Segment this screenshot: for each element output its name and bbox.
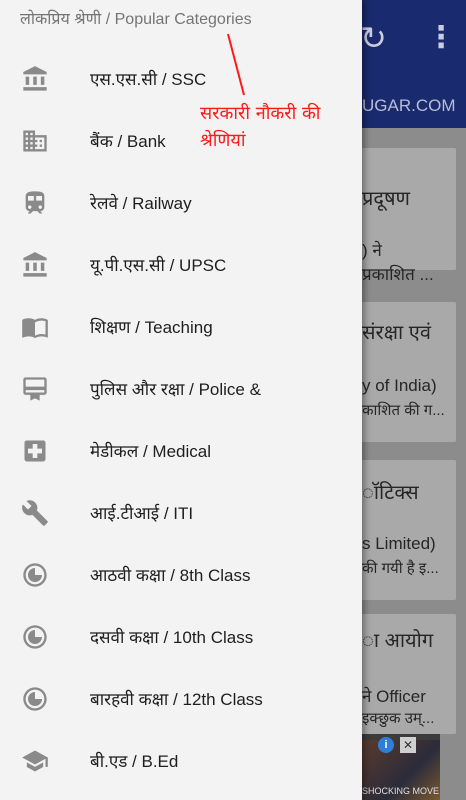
card-text: ) ने — [362, 241, 382, 260]
nav-item-railway[interactable]: रेलवे / Railway — [0, 172, 362, 234]
nav-item-label: आई.टीआई / ITI — [90, 504, 194, 523]
clock-icon — [20, 622, 50, 652]
nav-item-label: पुलिस और रक्षा / Police & — [90, 380, 261, 399]
annotation-line: सरकारी नौकरी की — [200, 103, 321, 124]
card-text: y of India) — [362, 376, 437, 395]
nav-item-8th-class[interactable]: आठवी कक्षा / 8th Class — [0, 544, 362, 606]
card-text: काशित की ग... — [362, 402, 445, 419]
annotation-line: श्रेणियां — [200, 130, 246, 151]
drawer-header: लोकप्रिय श्रेणी / Popular Categories — [20, 11, 252, 28]
wrench-icon — [20, 498, 50, 528]
ad-close-icon[interactable]: ✕ — [400, 737, 416, 753]
nav-item-label: रेलवे / Railway — [90, 194, 192, 213]
graduation-cap-icon — [20, 746, 50, 776]
nav-item-12th-class[interactable]: बारहवी कक्षा / 12th Class — [0, 668, 362, 730]
nav-item-label: शिक्षण / Teaching — [90, 318, 213, 337]
bank-icon — [20, 250, 50, 280]
bank-icon — [20, 64, 50, 94]
nav-item-label: आठवी कक्षा / 8th Class — [90, 566, 251, 585]
nav-item-label: एस.एस.सी / SSC — [90, 70, 207, 89]
book-icon — [20, 312, 50, 342]
nav-item-police[interactable]: पुलिस और रक्षा / Police & — [0, 358, 362, 420]
card-text: s Limited) — [362, 534, 436, 553]
site-name: UGAR.COM — [362, 96, 456, 115]
nav-item-label: दसवी कक्षा / 10th Class — [90, 628, 254, 647]
nav-item-label: यू.पी.एस.सी / UPSC — [90, 256, 227, 275]
card-text: इक्छुक उम्... — [362, 710, 435, 727]
annotation-text: सरकारी नौकरी की श्रेणियां — [200, 100, 370, 154]
nav-item-label: बारहवी कक्षा / 12th Class — [90, 690, 263, 709]
overflow-menu-icon[interactable]: ⋮ — [426, 22, 456, 54]
sync-icon[interactable]: ↻ — [360, 22, 387, 54]
card-text: प्रकाशित ... — [362, 265, 434, 284]
clock-icon — [20, 560, 50, 590]
card-text: की गयी है इ... — [362, 560, 439, 577]
card-title: ॉटिक्स — [362, 482, 419, 504]
medical-icon — [20, 436, 50, 466]
train-icon — [20, 188, 50, 218]
nav-item-teaching[interactable]: शिक्षण / Teaching — [0, 296, 362, 358]
nav-item-upsc[interactable]: यू.पी.एस.सी / UPSC — [0, 234, 362, 296]
nav-item-10th-class[interactable]: दसवी कक्षा / 10th Class — [0, 606, 362, 668]
nav-item-medical[interactable]: मेडीकल / Medical — [0, 420, 362, 482]
nav-item-bed[interactable]: बी.एड / B.Ed — [0, 730, 362, 792]
clock-icon — [20, 684, 50, 714]
ad-text: SHOCKING MOVE — [362, 786, 440, 796]
card-title: प्रदूषण — [362, 188, 411, 210]
card-title: संरक्षा एवं — [362, 322, 431, 344]
nav-item-label: मेडीकल / Medical — [90, 442, 211, 461]
nav-item-iti[interactable]: आई.टीआई / ITI — [0, 482, 362, 544]
nav-item-label: बी.एड / B.Ed — [90, 752, 179, 771]
card-title: ा आयोग — [362, 630, 434, 652]
card-text: ने Officer — [362, 687, 426, 706]
building-icon — [20, 126, 50, 156]
ad-info-icon[interactable]: i — [378, 737, 394, 753]
nav-item-label: बैंक / Bank — [90, 132, 166, 151]
badge-icon — [20, 374, 50, 404]
